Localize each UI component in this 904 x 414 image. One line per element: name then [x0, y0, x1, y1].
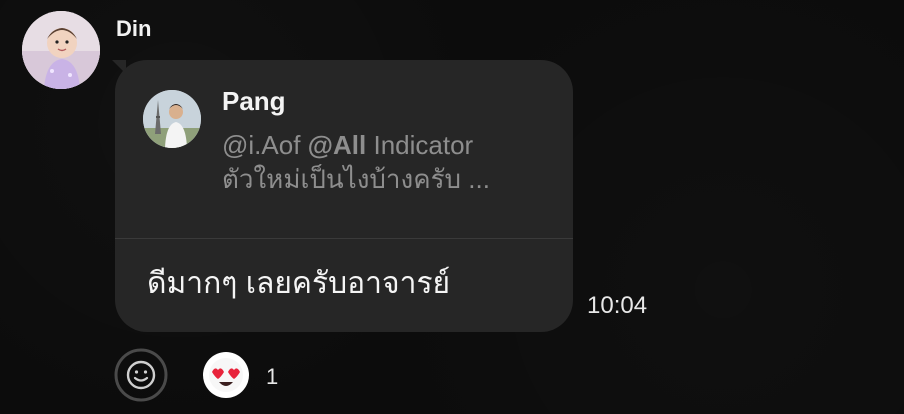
mention-user: @i.Aof: [222, 130, 301, 160]
heart-eyes-emoji-icon: [209, 358, 243, 392]
reaction-count: 1: [266, 364, 279, 389]
reply-author-avatar: [143, 90, 201, 148]
reply-author-name: Pang: [222, 86, 286, 116]
reaction-heart-eyes[interactable]: [203, 352, 249, 398]
reply-preview: @i.Aof @All Indicator ตัวใหม่เป็นไงบ้างค…: [222, 128, 552, 196]
reply-preview-rest: Indicator: [373, 130, 474, 160]
message-timestamp: 10:04: [587, 292, 648, 319]
quoted-reply[interactable]: Pang @i.Aof @All Indicator ตัวใหม่เป็นไง…: [115, 60, 573, 238]
chat-screen: Din Pang @i.Aof @All Indicator ตัวใหม่เป…: [0, 0, 904, 414]
reply-preview-line-1: @i.Aof @All Indicator: [222, 128, 552, 162]
baby-photo-icon: [22, 11, 100, 89]
message-text: ดีมากๆ เลยครับอาจารย์: [147, 267, 451, 300]
message-bubble[interactable]: Pang @i.Aof @All Indicator ตัวใหม่เป็นไง…: [115, 60, 573, 332]
reply-preview-line-2: ตัวใหม่เป็นไงบ้างครับ ...: [222, 164, 490, 194]
sender-avatar[interactable]: [22, 11, 100, 89]
reply-divider: [115, 238, 573, 239]
sender-name: Din: [116, 16, 152, 41]
mention-all: @All: [307, 130, 367, 160]
add-reaction-button[interactable]: [113, 347, 169, 403]
smiley-icon: [114, 348, 168, 402]
person-photo-icon: [143, 90, 201, 148]
